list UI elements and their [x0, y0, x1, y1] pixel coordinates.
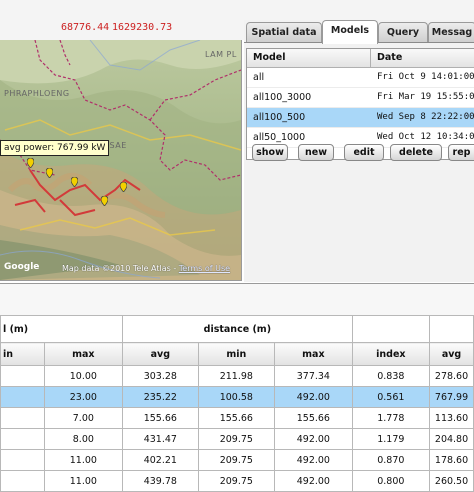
table-cell: 113.60: [429, 407, 474, 429]
table-cell: 767.99: [429, 386, 474, 408]
table-cell: [0, 407, 45, 429]
table-cell: 209.75: [197, 428, 276, 450]
table-cell: [0, 386, 45, 408]
map-terrain: [0, 40, 241, 280]
table-cell: 0.838: [351, 365, 431, 387]
column-header-date[interactable]: Date: [377, 52, 402, 63]
model-date: Fri Oct 9 14:01:00 GM: [377, 72, 474, 82]
coord-x: 68776.44: [61, 22, 110, 33]
map-label-phraphloeng: PHRAPHLOENG: [4, 89, 70, 98]
table-cell: 100.58: [197, 386, 276, 408]
table-cell: 1.179: [351, 428, 431, 450]
subheader-avg[interactable]: avg: [429, 342, 474, 366]
side-panel: Spatial data Models Query Messag Model D…: [244, 20, 474, 282]
group-header-power: [429, 315, 474, 343]
column-header-model[interactable]: Model: [253, 52, 285, 63]
group-header-distance: distance (m): [122, 315, 353, 343]
table-cell: 155.66: [197, 407, 276, 429]
models-grid-header: Model Date: [247, 49, 474, 68]
subheader-index[interactable]: index: [351, 342, 431, 366]
table-cell: 23.00: [43, 386, 124, 408]
map-logo: Google: [4, 262, 40, 272]
tab-spatial-data[interactable]: Spatial data: [246, 22, 322, 42]
table-cell: 431.47: [122, 428, 199, 450]
turbine-marker-icon[interactable]: [71, 177, 78, 187]
subheader-avg[interactable]: avg: [122, 342, 199, 366]
turbine-marker-icon[interactable]: [46, 168, 53, 178]
table-cell: 1.778: [351, 407, 431, 429]
table-cell: 235.22: [122, 386, 199, 408]
turbine-marker-icon[interactable]: [27, 158, 34, 168]
table-cell: 303.28: [122, 365, 199, 387]
coord-y: 1629230.73: [112, 22, 173, 33]
table-cell: 155.66: [122, 407, 199, 429]
report-button[interactable]: rep: [448, 144, 474, 161]
table-cell: 0.561: [351, 386, 431, 408]
turbine-marker-icon[interactable]: [101, 196, 108, 206]
map-label-lam-pl: LAM PL: [205, 50, 237, 59]
table-row[interactable]: 7.00 155.66 155.66 155.66 1.778 113.60: [0, 407, 474, 429]
tab-bar: Spatial data Models Query Messag: [244, 20, 474, 44]
map-tooltip: avg power: 767.99 kW: [0, 140, 110, 156]
table-cell: 7.00: [43, 407, 124, 429]
table-cell: [0, 365, 45, 387]
delete-button[interactable]: delete: [390, 144, 442, 161]
turbine-marker-icon[interactable]: [120, 182, 127, 192]
subheader-min[interactable]: min: [197, 342, 276, 366]
group-header-index: [351, 315, 431, 343]
table-row[interactable]: 11.00 402.21 209.75 492.00 0.870 178.60: [0, 449, 474, 471]
table-cell: 0.870: [351, 449, 431, 471]
model-name: all100_3000: [253, 92, 312, 103]
table-row[interactable]: 8.00 431.47 209.75 492.00 1.179 204.80: [0, 428, 474, 450]
model-row-selected[interactable]: all100_500 Wed Sep 8 22:22:00: [247, 108, 474, 128]
subheader-max[interactable]: max: [43, 342, 124, 366]
show-button[interactable]: show: [252, 144, 288, 161]
subheader-max[interactable]: max: [274, 342, 353, 366]
tab-messages[interactable]: Messag: [428, 22, 474, 42]
table-cell: 402.21: [122, 449, 199, 471]
table-cell: [0, 449, 45, 471]
table-cell: 11.00: [43, 449, 124, 471]
table-cell: 209.75: [197, 449, 276, 471]
table-cell: 211.98: [197, 365, 276, 387]
table-row-selected[interactable]: 23.00 235.22 100.58 492.00 0.561 767.99: [0, 386, 474, 408]
table-row[interactable]: 10.00 303.28 211.98 377.34 0.838 278.60: [0, 365, 474, 387]
new-button[interactable]: new: [298, 144, 334, 161]
stats-toolbar: [0, 283, 474, 316]
table-cell: 377.34: [274, 365, 353, 387]
table-cell: 492.00: [274, 386, 353, 408]
table-cell: 155.66: [274, 407, 353, 429]
model-row[interactable]: all100_3000 Fri Mar 19 15:55:00 G: [247, 88, 474, 108]
edit-button[interactable]: edit: [344, 144, 384, 161]
model-row[interactable]: all Fri Oct 9 14:01:00 GM: [247, 68, 474, 88]
table-cell: 204.80: [429, 428, 474, 450]
map-data-credit: Map data ©2010 Tele Atlas: [62, 264, 171, 273]
model-name: all: [253, 72, 265, 83]
model-name: all100_500: [253, 112, 306, 123]
model-date: Wed Sep 8 22:22:00: [377, 112, 474, 122]
table-cell: 10.00: [43, 365, 124, 387]
group-header-length: l (m): [0, 315, 124, 343]
table-cell: 278.60: [429, 365, 474, 387]
stats-table: l (m) distance (m) in max avg min max in…: [0, 315, 474, 492]
model-date: Fri Mar 19 15:55:00 G: [377, 92, 474, 102]
terms-of-use-link[interactable]: Terms of Use: [179, 264, 230, 273]
terrain-map[interactable]: LAM PL PHRAPHLOENG LAM SAE avg power: 76…: [0, 40, 242, 281]
table-cell: 492.00: [274, 428, 353, 450]
table-cell: [0, 428, 45, 450]
table-cell: 492.00: [274, 449, 353, 471]
table-cell: 178.60: [429, 449, 474, 471]
tab-query[interactable]: Query: [378, 22, 428, 42]
table-cell: 8.00: [43, 428, 124, 450]
subheader-min[interactable]: in: [0, 342, 45, 366]
tab-models[interactable]: Models: [322, 20, 378, 44]
map-attribution: Map data ©2010 Tele Atlas - Terms of Use: [62, 264, 231, 273]
